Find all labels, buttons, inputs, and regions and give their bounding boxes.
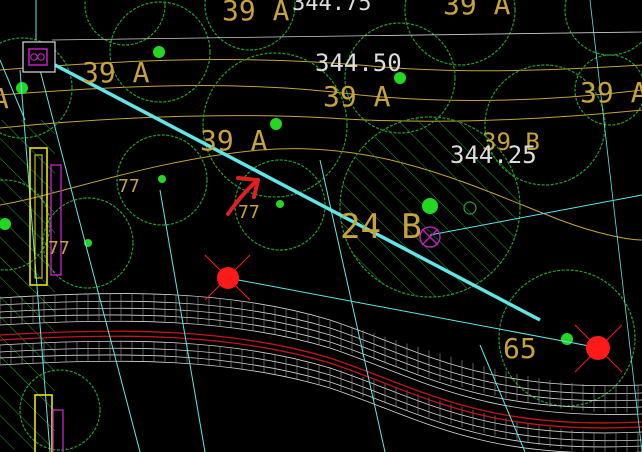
- label-77-c: 77: [48, 238, 70, 259]
- cad-drawing-canvas[interactable]: 39 A 344.75 39 A 344.50 39 A 39 A 39 A 3…: [0, 0, 642, 452]
- road: [0, 293, 642, 452]
- label-39a-left: A: [0, 82, 9, 115]
- label-24b: 24 B: [340, 207, 422, 247]
- elevation-344-50: 344.50: [315, 49, 402, 77]
- elevation-344-25: 344.25: [450, 141, 537, 169]
- top-boundary-line: [51, 31, 642, 41]
- red-marker-icon[interactable]: [204, 254, 251, 301]
- label-top-mid: 344.75: [292, 0, 371, 16]
- label-77-b: 77: [238, 202, 260, 223]
- label-39a-4: 39 A: [200, 124, 268, 157]
- label-39a-3: 39 A: [580, 76, 642, 109]
- cad-drawing: 39 A 344.75 39 A 344.50 39 A 39 A 39 A 3…: [0, 0, 642, 452]
- label-65: 65: [503, 332, 537, 365]
- manhole-icon[interactable]: [22, 41, 56, 73]
- label-top-left: 39 A: [222, 0, 290, 27]
- red-marker-icon[interactable]: [574, 324, 623, 373]
- label-top-right: 39 A: [443, 0, 511, 21]
- label-77-a: 77: [118, 176, 140, 197]
- label-39a-1: 39 A: [82, 56, 150, 89]
- label-39a-2: 39 A: [323, 80, 391, 113]
